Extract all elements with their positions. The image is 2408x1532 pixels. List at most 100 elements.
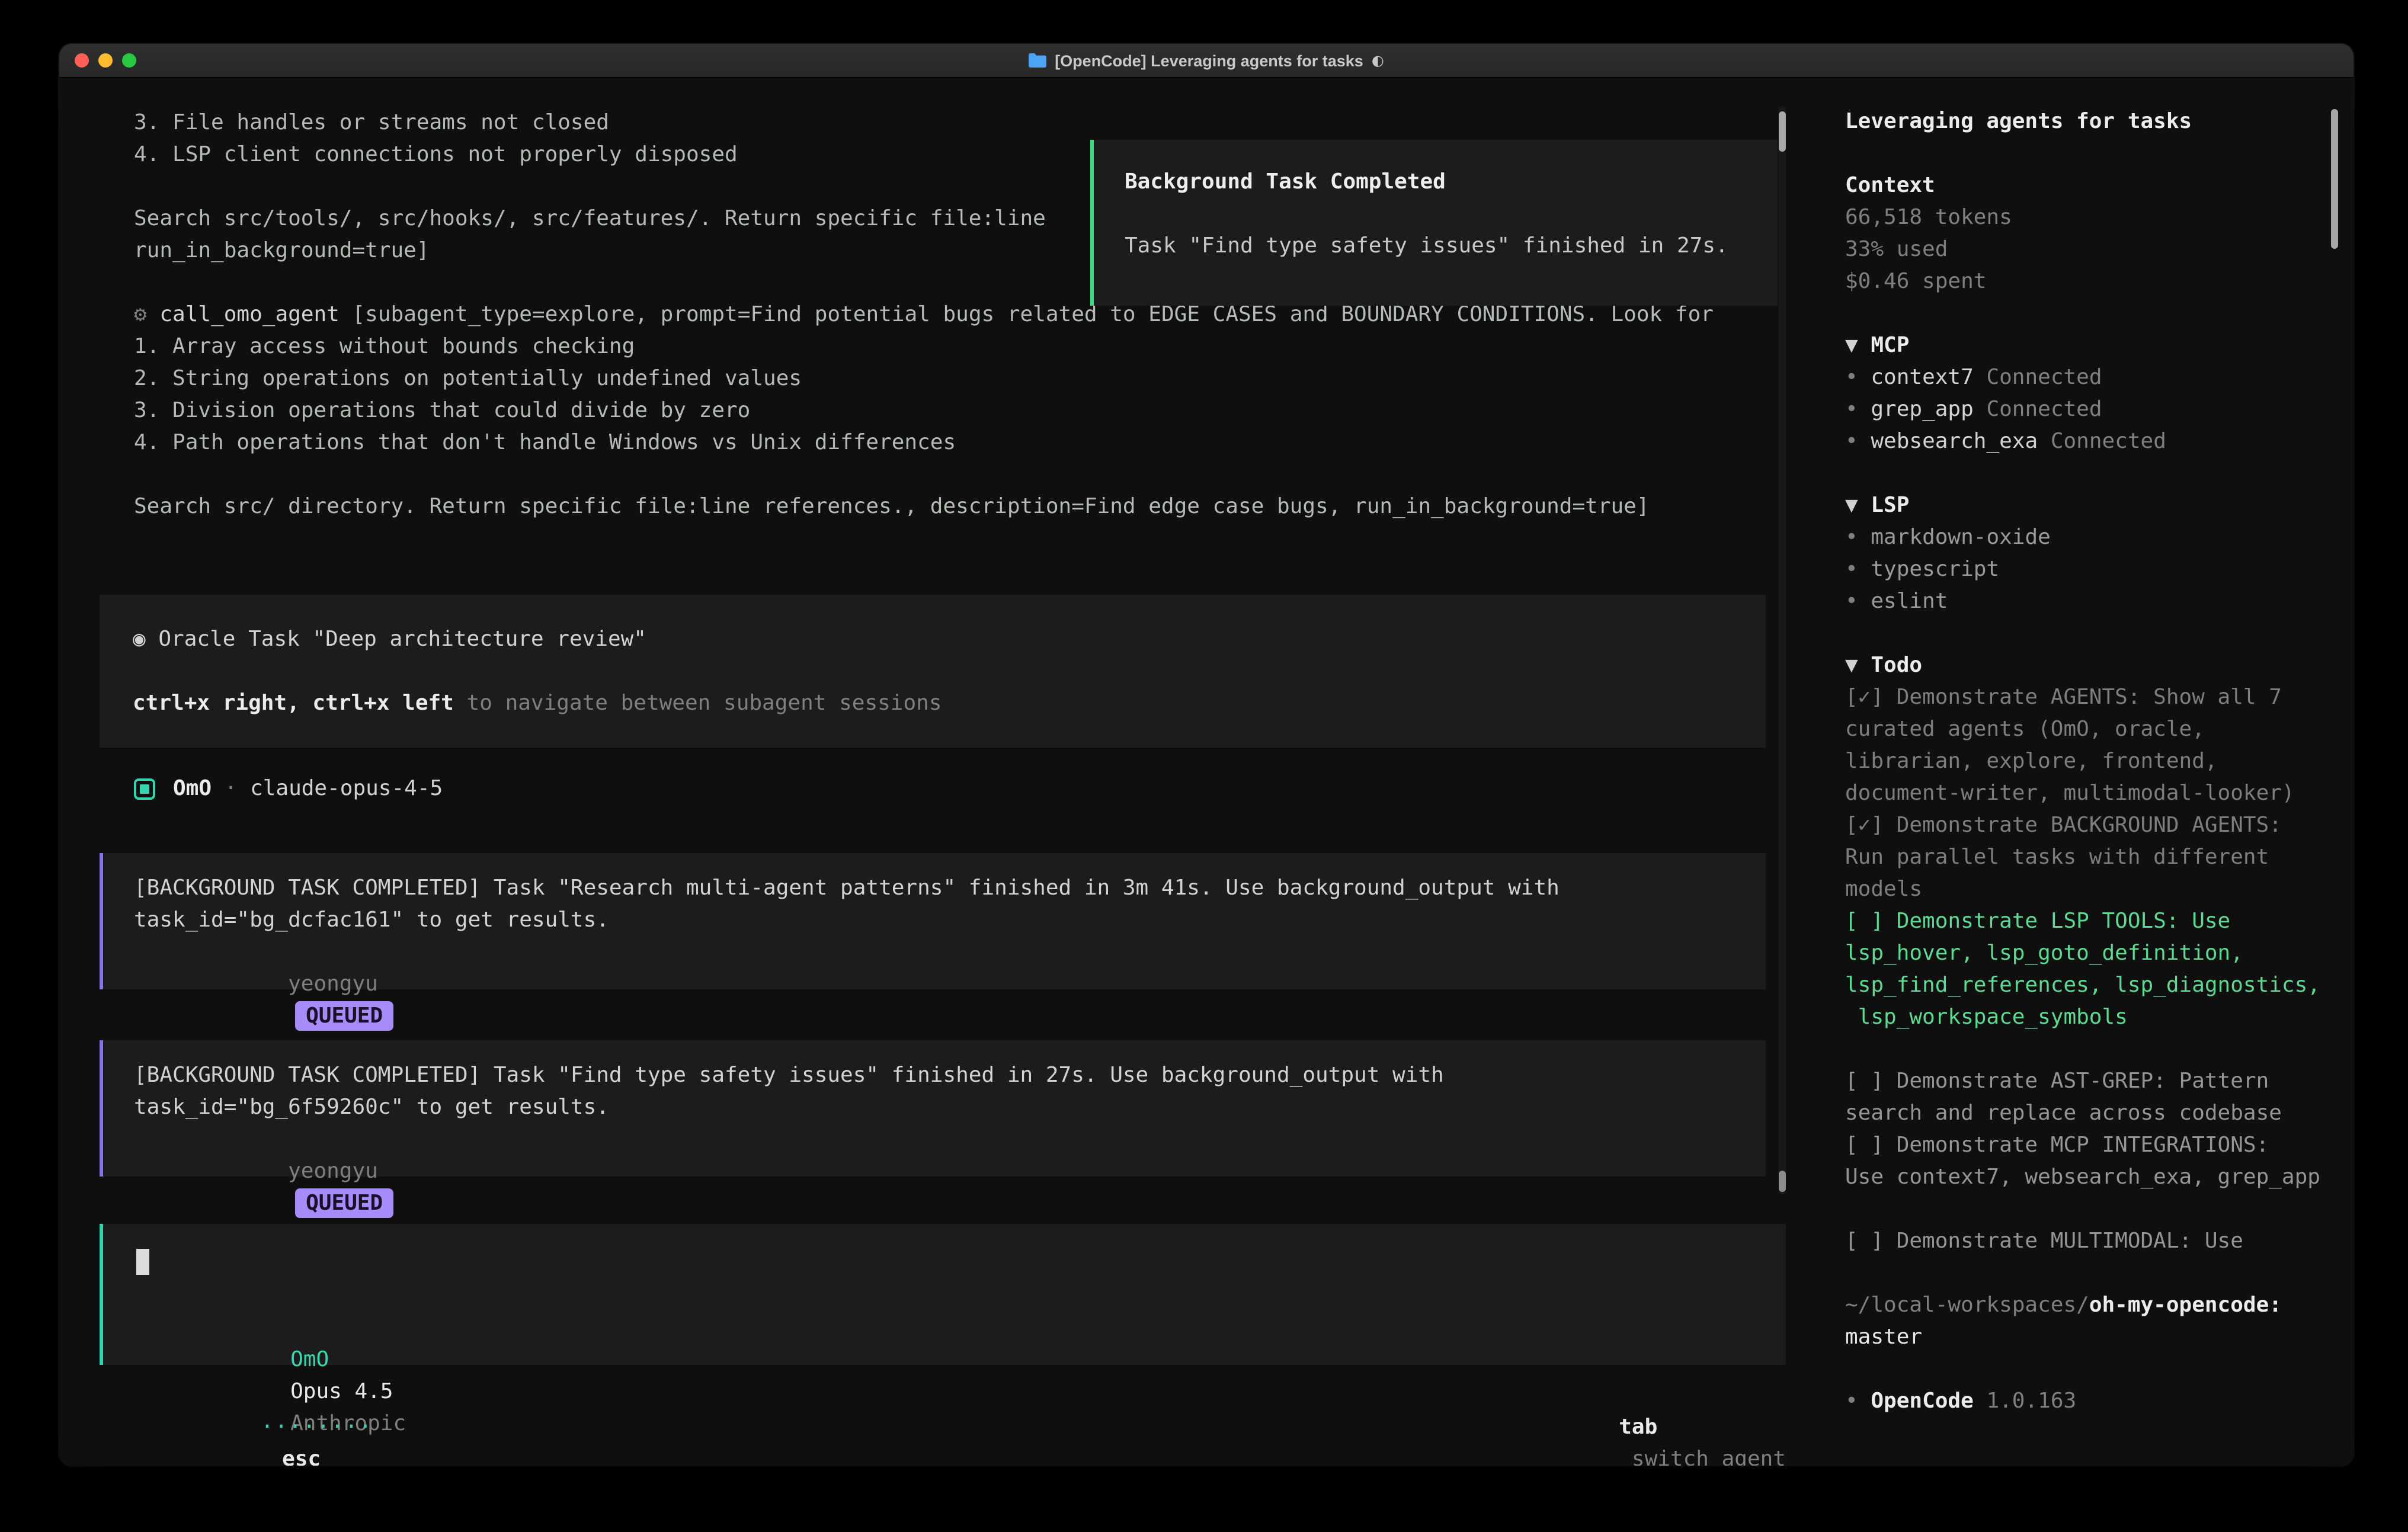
text-segment: Oracle Task "Deep architecture review"	[158, 627, 646, 652]
background-task-card: [BACKGROUND TASK COMPLETED] Task "Resear…	[100, 853, 1766, 989]
bullet-icon: •	[1845, 589, 1871, 614]
text-segment: Use context7, websearch_exa, grep_app	[1845, 1165, 2320, 1190]
lsp-heading-label: LSP	[1871, 493, 1909, 518]
mcp-item: • websearch_exa Connected	[1845, 425, 2333, 457]
desktop: [OpenCode] Leveraging agents for tasks ◐…	[0, 0, 2408, 1532]
text-segment: 3. Division operations that could divide…	[134, 398, 750, 423]
text-segment: OpenCode	[1871, 1389, 1973, 1414]
terminal-line: ~/local-workspaces/oh-my-opencode:	[1845, 1289, 2333, 1321]
lsp-item: • markdown-oxide	[1845, 521, 2333, 553]
text-segment: ctrl+x right, ctrl+x left	[133, 691, 454, 716]
mcp-heading[interactable]: ▼ MCP	[1845, 329, 2333, 361]
folder-icon	[1029, 53, 1046, 68]
titlebar[interactable]: [OpenCode] Leveraging agents for tasks ◐	[59, 44, 2353, 78]
terminal-line: [ ] Demonstrate MCP INTEGRATIONS:	[1845, 1129, 2333, 1161]
lsp-section: ▼ LSP • markdown-oxide • typescript • es…	[1845, 489, 2333, 617]
text-segment: lsp_find_references, lsp_diagnostics,	[1845, 973, 2320, 998]
bullet-icon: •	[1845, 429, 1871, 454]
text-segment: lsp_workspace_symbols	[1845, 1005, 2128, 1030]
todo-list: [✓] Demonstrate AGENTS: Show all 7 curate…	[1845, 681, 2333, 1257]
collapse-arrow-icon: ▼	[1845, 493, 1871, 518]
text-segment: [✓] Demonstrate BACKGROUND AGENTS:	[1845, 813, 2282, 838]
text-segment: Search src/tools/, src/hooks/, src/featu…	[134, 206, 1046, 231]
text-segment: search and replace across codebase	[1845, 1101, 2282, 1126]
status-right: tab switch agent ctrl+p commands	[1465, 1379, 1786, 1466]
terminal-line: librarian, explore, frontend,	[1845, 745, 2333, 777]
collapse-arrow-icon: ▼	[1845, 653, 1871, 678]
task-status-badge: QUEUED	[295, 1001, 393, 1031]
text-segment: [BACKGROUND TASK COMPLETED] Task "Find t…	[134, 1063, 1444, 1088]
oracle-task-text: ◉ Oracle Task "Deep architecture review"…	[133, 623, 1733, 719]
terminal-line: [ ] Demonstrate AST-GREP: Pattern	[1845, 1065, 2333, 1097]
main-scrollbar-track[interactable]	[1779, 107, 1786, 1194]
text-segment: [BACKGROUND TASK COMPLETED] Task "Resear…	[134, 876, 1560, 900]
text-segment: curated agents (OmO, oracle,	[1845, 717, 2205, 742]
main-scrollbar-thumb[interactable]	[1779, 111, 1786, 152]
text-segment: Search src/ directory. Return specific f…	[134, 494, 1650, 519]
toast-background-task-completed[interactable]: Background Task Completed Task "Find typ…	[1090, 140, 1778, 306]
text-segment: 1. Array access without bounds checking	[134, 334, 635, 359]
terminal-line: 1. Array access without bounds checking	[134, 331, 1714, 363]
mcp-name: websearch_exa	[1871, 429, 2038, 454]
agent-session-header[interactable]: OmO · claude-opus-4-5	[134, 773, 443, 805]
window-title: [OpenCode] Leveraging agents for tasks ◐	[1029, 52, 1384, 69]
terminal-line: task_id="bg_dcfac161" to get results.	[134, 904, 1735, 936]
minimize-button[interactable]	[98, 53, 113, 68]
active-agent-label: OmO	[290, 1347, 329, 1372]
main-scrollbar-thumb-bottom[interactable]	[1779, 1171, 1786, 1192]
text-segment: [ ] Demonstrate LSP TOOLS: Use	[1845, 909, 2230, 934]
text-segment: librarian, explore, frontend,	[1845, 749, 2218, 774]
text-segment: to navigate between subagent sessions	[454, 691, 942, 716]
mcp-status: Connected	[1974, 397, 2102, 422]
sidebar-scrollbar-thumb[interactable]	[2331, 109, 2338, 249]
todo-heading[interactable]: ▼ Todo	[1845, 649, 2333, 681]
bullet-icon: •	[1845, 525, 1871, 550]
agent-icon-dot	[140, 784, 149, 793]
sidebar-content: Leveraging agents for tasks Context 66,5…	[1845, 105, 2333, 1417]
task-text: [BACKGROUND TASK COMPLETED] Task "Find t…	[134, 1059, 1735, 1123]
terminal-line: document-writer, multimodal-looker)	[1845, 777, 2333, 809]
collapse-arrow-icon: ▼	[1845, 333, 1871, 358]
app-version-line: • OpenCode 1.0.163	[1845, 1385, 2333, 1417]
terminal-window: [OpenCode] Leveraging agents for tasks ◐…	[59, 44, 2353, 1466]
text-segment: [✓] Demonstrate AGENTS: Show all 7	[1845, 685, 2282, 710]
mcp-item: • context7 Connected	[1845, 361, 2333, 393]
text-segment: [ ] Demonstrate AST-GREP: Pattern	[1845, 1069, 2269, 1094]
text-segment: document-writer, multimodal-looker)	[1845, 781, 2295, 806]
mcp-name: grep_app	[1871, 397, 1973, 422]
background-task-card: [BACKGROUND TASK COMPLETED] Task "Find t…	[100, 1040, 1766, 1177]
terminal-line: task_id="bg_6f59260c" to get results.	[134, 1091, 1735, 1123]
terminal-line: [✓] Demonstrate BACKGROUND AGENTS:	[1845, 809, 2333, 841]
esc-hint-key: esc	[282, 1447, 321, 1466]
terminal-line	[1845, 1033, 2333, 1065]
terminal-line: 3. File handles or streams not closed	[134, 107, 1714, 139]
lsp-item: • eslint	[1845, 585, 2333, 617]
window-controls	[75, 44, 136, 77]
terminal-line: Use context7, websearch_exa, grep_app	[1845, 1161, 2333, 1193]
zoom-button[interactable]	[122, 53, 136, 68]
app-version-footer: • OpenCode 1.0.163	[1845, 1385, 2333, 1417]
text-segment: ~/local-workspaces/	[1845, 1293, 2089, 1318]
toast-body: Task "Find type safety issues" finished …	[1125, 230, 1747, 262]
lsp-name: markdown-oxide	[1871, 525, 2050, 550]
text-cursor	[136, 1249, 149, 1275]
task-status-badge: QUEUED	[295, 1188, 393, 1218]
lsp-heading[interactable]: ▼ LSP	[1845, 489, 2333, 521]
text-segment: 3. File handles or streams not closed	[134, 110, 609, 135]
lsp-name: typescript	[1871, 557, 1999, 582]
terminal-line: master	[1845, 1321, 2333, 1353]
prompt-input[interactable]: OmO Opus 4.5 Anthropic	[100, 1224, 1786, 1365]
terminal-line: ctrl+x right, ctrl+x left to navigate be…	[133, 687, 1733, 719]
terminal-line: • OpenCode 1.0.163	[1845, 1385, 2333, 1417]
context-section: Context 66,518 tokens 33% used $0.46 spe…	[1845, 169, 2333, 297]
text-segment: models	[1845, 877, 1922, 902]
task-text: [BACKGROUND TASK COMPLETED] Task "Resear…	[134, 872, 1735, 936]
terminal-line: lsp_find_references, lsp_diagnostics,	[1845, 969, 2333, 1001]
close-button[interactable]	[75, 53, 89, 68]
terminal-line: curated agents (OmO, oracle,	[1845, 713, 2333, 745]
text-segment: 4. LSP client connections not properly d…	[134, 142, 738, 167]
terminal-line: [BACKGROUND TASK COMPLETED] Task "Find t…	[134, 1059, 1735, 1091]
task-author: yeongyu	[288, 972, 378, 996]
text-segment: •	[1845, 1389, 1871, 1414]
terminal-line: 2. String operations on potentially unde…	[134, 363, 1714, 395]
